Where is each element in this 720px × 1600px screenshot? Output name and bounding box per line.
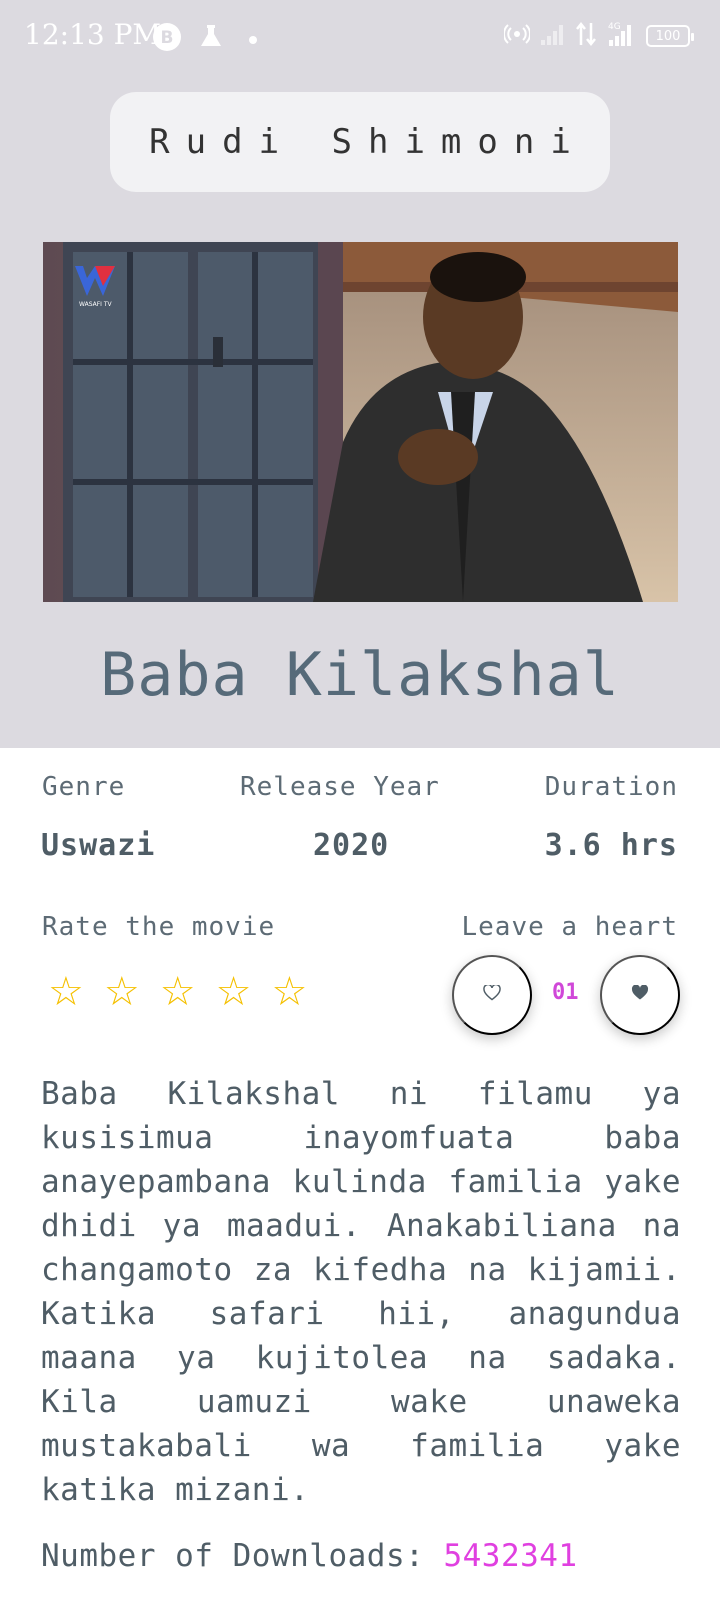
status-bar: 12:13 PM B 4G 100 (0, 0, 720, 72)
genre-label: Genre (42, 772, 126, 802)
notification-dot-icon (248, 30, 258, 49)
star-rating: ☆ ☆ ☆ ☆ ☆ (48, 972, 307, 1012)
star-icon-3[interactable]: ☆ (160, 972, 196, 1012)
release-year-value: 2020 (313, 828, 390, 863)
heart-button[interactable] (600, 955, 680, 1035)
downloads-label: Number of Downloads: (41, 1538, 425, 1574)
rate-label: Rate the movie (42, 912, 276, 942)
unheart-button[interactable] (452, 955, 532, 1035)
movie-title: Baba Kilakshal (100, 640, 620, 710)
star-icon-1[interactable]: ☆ (48, 972, 84, 1012)
movie-description: Baba Kilakshal ni filamu ya kusisimua in… (41, 1076, 681, 1508)
status-time: 12:13 PM (24, 18, 162, 51)
flask-icon (197, 22, 225, 54)
b-coin-icon: B (152, 22, 182, 56)
star-icon-2[interactable]: ☆ (104, 972, 140, 1012)
heart-filled-icon (631, 984, 649, 1005)
genre-value: Uswazi (41, 828, 156, 863)
heart-outline-icon (483, 983, 501, 1005)
signal-4g-icon: 4G (606, 20, 636, 52)
battery-icon: 100 (646, 25, 694, 47)
release-year-label: Release Year (240, 772, 440, 802)
status-right: 4G 100 (502, 20, 694, 52)
star-icon-5[interactable]: ☆ (271, 972, 307, 1012)
poster-logo-text: WASAFI TV (79, 301, 113, 308)
svg-text:4G: 4G (608, 22, 621, 32)
duration-value: 3.6 hrs (544, 828, 678, 863)
duration-label: Duration (544, 772, 678, 802)
downloads-count: 5432341 (443, 1538, 578, 1574)
data-transfer-icon (576, 21, 596, 51)
signal-icon (540, 22, 566, 50)
movie-poster: WASAFI TV (43, 242, 678, 602)
star-icon-4[interactable]: ☆ (216, 972, 252, 1012)
back-to-school-button[interactable]: Rudi Shimoni (110, 92, 610, 192)
downloads-row: Number of Downloads: 5432341 (41, 1538, 578, 1574)
hotspot-icon (502, 21, 532, 51)
heart-count: 01 (552, 980, 579, 1005)
svg-text:B: B (161, 28, 174, 48)
heart-label: Leave a heart (461, 912, 678, 942)
